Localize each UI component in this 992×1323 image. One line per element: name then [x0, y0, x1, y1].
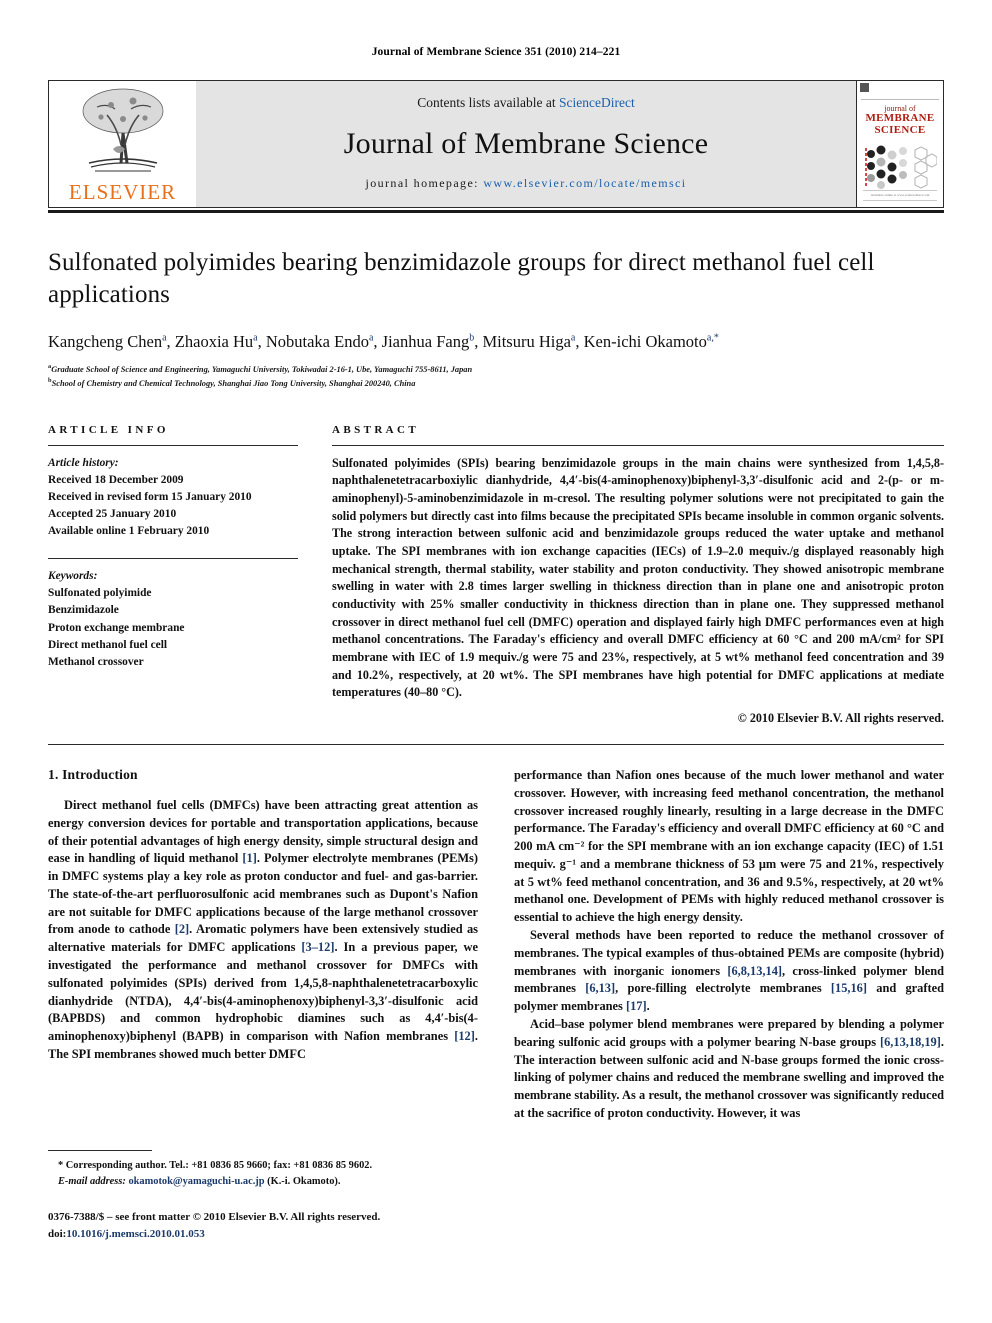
paragraph: performance than Nafion ones because of …: [514, 767, 944, 925]
elsevier-wordmark: ELSEVIER: [68, 180, 177, 204]
history-item: Available online 1 February 2010: [48, 525, 210, 538]
keywords-label: Keywords:: [48, 570, 98, 583]
email-link[interactable]: okamotok@yamaguchi-u.ac.jp: [128, 1176, 264, 1187]
page-title: Sulfonated polyimides bearing benzimidaz…: [48, 249, 875, 308]
email-label: E-mail address:: [58, 1175, 126, 1187]
masthead-bottom-rule: [48, 210, 944, 213]
paragraph: Acid–base polymer blend membranes were p…: [514, 1017, 944, 1121]
cover-footer: Available online at www.sciencedirect.co…: [863, 189, 937, 203]
citation-ref[interactable]: [2]: [175, 922, 189, 936]
abstract-bottom-rule: [48, 743, 944, 745]
title-block: Sulfonated polyimides bearing benzimidaz…: [48, 247, 944, 390]
paragraph: Several methods have been reported to re…: [514, 928, 944, 1014]
paragraph: Direct methanol fuel cells (DMFCs) have …: [48, 797, 479, 1062]
article-history-list: Received 18 December 2009 Received in re…: [48, 472, 298, 540]
body-column-left: 1. Introduction Direct methanol fuel cel…: [48, 767, 478, 1123]
affiliation-b: bSchool of Chemistry and Chemical Techno…: [48, 376, 416, 388]
keyword-item: Methanol crossover: [48, 655, 144, 668]
journal-title: Journal of Membrane Science: [343, 126, 709, 160]
contents-available-line: Contents lists available at ScienceDirec…: [417, 95, 634, 111]
keyword-item: Proton exchange membrane: [48, 621, 185, 634]
issn-copyright-line: 0376-7388/$ – see front matter © 2010 El…: [48, 1211, 381, 1224]
info-and-abstract: ARTICLE INFO Article history: Received 1…: [48, 424, 944, 726]
footnote-zone: * Corresponding author. Tel.: +81 0836 8…: [48, 1150, 452, 1242]
article-first-page: Journal of Membrane Science 351 (2010) 2…: [0, 0, 992, 1323]
article-info-heading: ARTICLE INFO: [48, 423, 169, 436]
history-item: Received in revised form 15 January 2010: [48, 490, 252, 503]
journal-masthead: ELSEVIER Contents lists available at Sci…: [48, 80, 944, 208]
author-list: Kangcheng Chena, Zhaoxia Hua, Nobutaka E…: [48, 332, 719, 351]
citation-ref[interactable]: [6,13]: [585, 981, 615, 995]
article-info-column: ARTICLE INFO Article history: Received 1…: [48, 424, 298, 726]
issn-block: 0376-7388/$ – see front matter © 2010 El…: [48, 1209, 452, 1242]
history-item: Received 18 December 2009: [48, 473, 184, 486]
affiliation-list: aGraduate School of Science and Engineer…: [48, 362, 944, 390]
contents-prefix: Contents lists available at: [417, 95, 556, 110]
affiliation-a-text: Graduate School of Science and Engineeri…: [51, 364, 473, 374]
doi-label: doi:: [48, 1227, 67, 1240]
citation-ref[interactable]: [17]: [626, 999, 647, 1013]
elsevier-tree-icon: [82, 88, 163, 172]
keywords-block: Keywords: Sulfonated polyimide Benzimida…: [48, 568, 298, 671]
keyword-item: Benzimidazole: [48, 604, 119, 617]
affiliation-b-text: School of Chemistry and Chemical Technol…: [51, 378, 416, 388]
masthead-center: Contents lists available at ScienceDirec…: [196, 80, 856, 208]
body-column-right: performance than Nafion ones because of …: [514, 767, 944, 1123]
cover-molecule-artwork-icon: [865, 145, 937, 190]
affiliation-a: aGraduate School of Science and Engineer…: [48, 363, 473, 374]
doi-line: doi:10.1016/j.memsci.2010.01.053: [48, 1226, 452, 1243]
keyword-item: Direct methanol fuel cell: [48, 638, 168, 651]
corresponding-author-note: * Corresponding author. Tel.: +81 0836 8…: [58, 1160, 373, 1171]
cover-line-membrane: MEMBRANE: [865, 112, 935, 124]
abstract-rule: [332, 444, 944, 446]
doi-link[interactable]: 10.1016/j.memsci.2010.01.053: [66, 1228, 204, 1240]
keywords-rule: [48, 558, 298, 560]
article-info-rule: [48, 444, 298, 446]
abstract-column: ABSTRACT Sulfonated polyimides (SPIs) be…: [332, 424, 944, 726]
homepage-url-link[interactable]: www.elsevier.com/locate/memsci: [483, 176, 686, 190]
article-history-label: Article history:: [48, 456, 119, 469]
running-head: Journal of Membrane Science 351 (2010) 2…: [371, 46, 621, 58]
citation-ref[interactable]: [6,13,18,19]: [880, 1035, 941, 1049]
elsevier-logo: ELSEVIER: [48, 80, 196, 208]
citation-ref[interactable]: [15,16]: [831, 981, 867, 995]
homepage-label: journal homepage:: [365, 176, 479, 190]
history-item: Accepted 25 January 2010: [48, 508, 177, 521]
journal-homepage-line: journal homepage: www.elsevier.com/locat…: [365, 176, 686, 191]
body-columns: 1. Introduction Direct methanol fuel cel…: [48, 767, 944, 1123]
cover-footer-text: Available online at www.sciencedirect.co…: [870, 192, 930, 197]
citation-ref[interactable]: [3–12]: [301, 940, 334, 954]
cover-line-science: SCIENCE: [874, 123, 926, 136]
footnote-rule: [48, 1150, 152, 1151]
email-note: E-mail address: okamotok@yamaguchi-u.ac.…: [48, 1174, 452, 1190]
citation-ref[interactable]: [12]: [454, 1029, 475, 1043]
abstract-text: Sulfonated polyimides (SPIs) bearing ben…: [332, 455, 944, 700]
abstract-copyright: © 2010 Elsevier B.V. All rights reserved…: [737, 710, 944, 725]
citation-ref[interactable]: [1]: [242, 851, 256, 865]
sciencedirect-link[interactable]: ScienceDirect: [559, 95, 635, 110]
email-suffix: (K.-i. Okamoto).: [267, 1175, 341, 1187]
citation-ref[interactable]: [6,8,13,14]: [727, 964, 782, 978]
journal-cover-thumbnail: journal of MEMBRANE SCIENCE Available on…: [856, 80, 944, 208]
keyword-item: Sulfonated polyimide: [48, 587, 152, 600]
section-title-introduction: 1. Introduction: [48, 766, 138, 782]
abstract-heading: ABSTRACT: [332, 423, 420, 436]
